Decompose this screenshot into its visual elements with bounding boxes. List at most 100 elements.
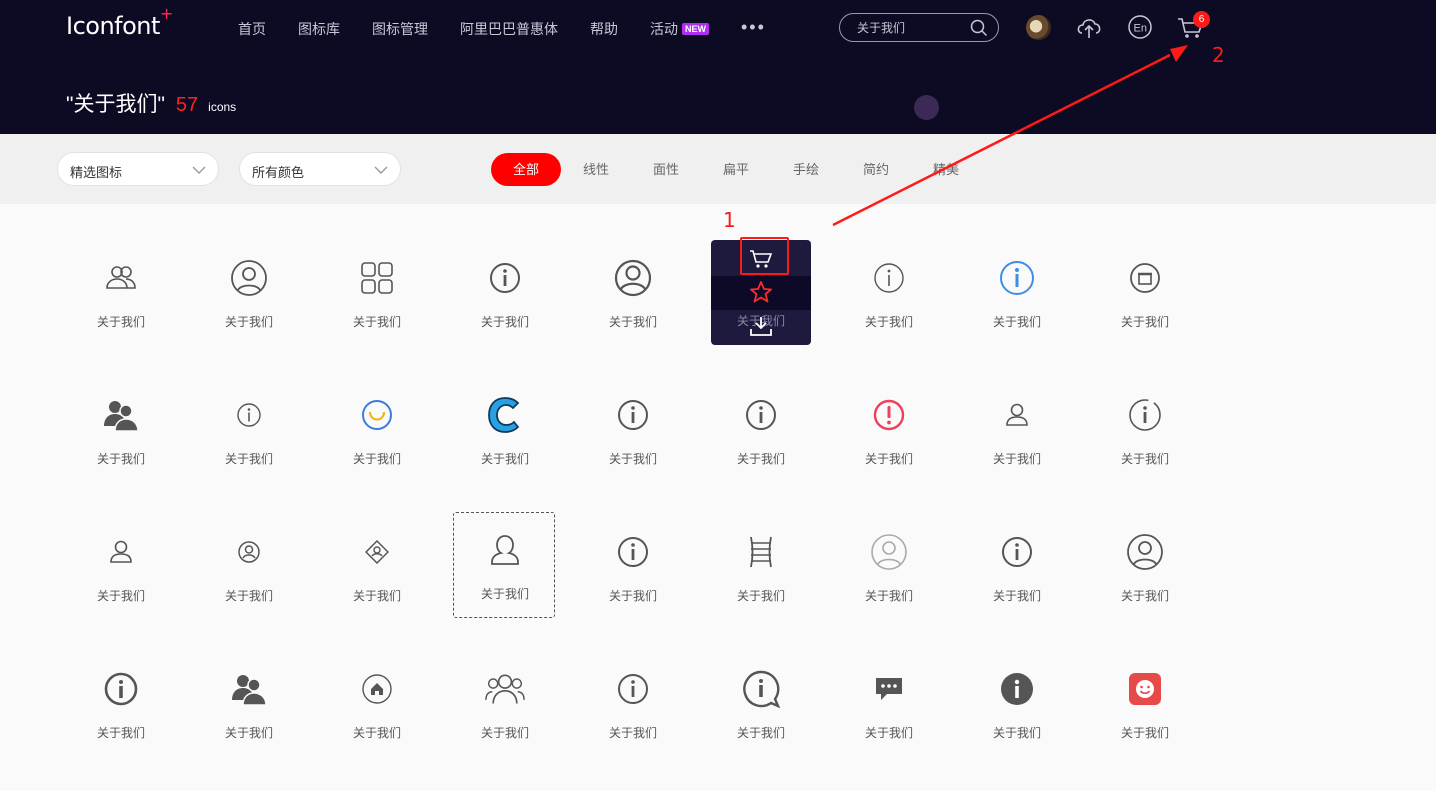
- icon-card[interactable]: 关于我们: [1094, 652, 1196, 758]
- nav-puhui-font[interactable]: 阿里巴巴普惠体: [460, 19, 558, 39]
- icon-card[interactable]: 关于我们: [966, 241, 1068, 347]
- icon-card[interactable]: 关于我们: [710, 652, 812, 758]
- tab-line[interactable]: 线性: [574, 153, 618, 186]
- download-icon[interactable]: [749, 315, 773, 342]
- icon-label: 关于我们: [736, 726, 785, 740]
- search-box: [839, 13, 999, 42]
- iconfont-logo[interactable]: Iconfont+: [66, 4, 173, 40]
- brand-c-icon: [485, 395, 525, 435]
- icon-card[interactable]: 关于我们: [326, 652, 428, 758]
- icon-label: 关于我们: [352, 315, 401, 329]
- shop-icon: [1125, 258, 1165, 298]
- icon-card[interactable]: 关于我们: [70, 241, 172, 347]
- tab-all[interactable]: 全部: [491, 153, 561, 186]
- icon-label: 关于我们: [96, 589, 145, 603]
- icon-card[interactable]: 关于我们: [838, 378, 940, 484]
- nav-home[interactable]: 首页: [238, 19, 266, 39]
- icon-card[interactable]: 关于我们: [1094, 378, 1196, 484]
- upload-cloud-icon[interactable]: [1075, 14, 1103, 45]
- search-icon[interactable]: [970, 19, 988, 40]
- icon-card[interactable]: 关于我们: [1094, 515, 1196, 621]
- icon-card[interactable]: 关于我们: [198, 241, 300, 347]
- info-icon: [485, 258, 525, 298]
- icon-label: 关于我们: [992, 452, 1041, 466]
- icon-label: 关于我们: [480, 315, 529, 329]
- icon-card[interactable]: 关于我们: [70, 515, 172, 621]
- icon-card[interactable]: 关于我们: [582, 378, 684, 484]
- new-badge: NEW: [682, 23, 709, 35]
- icon-label: 关于我们: [608, 452, 657, 466]
- icon-label: 关于我们: [736, 589, 785, 603]
- featured-select[interactable]: 精选图标: [57, 152, 219, 186]
- color-select[interactable]: 所有颜色: [239, 152, 401, 186]
- decorative-dot: [914, 95, 939, 120]
- icon-card[interactable]: 关于我们: [966, 378, 1068, 484]
- icon-card[interactable]: 关于我们: [966, 515, 1068, 621]
- icon-card[interactable]: 关于我们: [582, 652, 684, 758]
- icon-label: 关于我们: [224, 315, 273, 329]
- icon-card[interactable]: 关于我们: [966, 652, 1068, 758]
- alert-red-icon: [869, 395, 909, 435]
- chevron-down-icon: [192, 163, 206, 178]
- tab-handdrawn[interactable]: 手绘: [784, 153, 828, 186]
- icon-label: 关于我们: [992, 726, 1041, 740]
- icon-label: 关于我们: [352, 452, 401, 466]
- icon-card[interactable]: 关于我们: [326, 241, 428, 347]
- info-blue-icon: [997, 258, 1037, 298]
- icon-card[interactable]: 关于我们: [326, 378, 428, 484]
- icon-label: 关于我们: [1120, 589, 1169, 603]
- user-circle-icon: [1125, 532, 1165, 572]
- icon-card[interactable]: 关于我们: [838, 652, 940, 758]
- icon-card[interactable]: 关于我们: [326, 515, 428, 621]
- info-thin-icon: [869, 258, 909, 298]
- icon-card[interactable]: 关于我们: [1094, 241, 1196, 347]
- icon-label: 关于我们: [864, 315, 913, 329]
- icon-card[interactable]: 关于我们: [198, 378, 300, 484]
- icon-card[interactable]: 关于我们: [582, 241, 684, 347]
- icon-card[interactable]: 关于我们: [710, 515, 812, 621]
- info-icon: [613, 669, 653, 709]
- nav-icon-library[interactable]: 图标库: [298, 19, 340, 39]
- info-icon: [613, 395, 653, 435]
- icon-card[interactable]: 关于我们: [710, 378, 812, 484]
- language-en-icon[interactable]: En: [1127, 14, 1153, 45]
- nav-help[interactable]: 帮助: [590, 19, 618, 39]
- info-small-icon: [229, 395, 269, 435]
- icon-card[interactable]: 关于我们: [70, 652, 172, 758]
- icon-card[interactable]: 关于我们: [454, 241, 556, 347]
- icon-card[interactable]: 关于我们: [582, 515, 684, 621]
- icon-card[interactable]: 关于我们: [198, 515, 300, 621]
- icon-label: 关于我们: [608, 589, 657, 603]
- tab-simple[interactable]: 简约: [854, 153, 898, 186]
- nav-activity[interactable]: 活动 NEW: [650, 19, 709, 39]
- tab-fill[interactable]: 面性: [644, 153, 688, 186]
- result-count: 57: [175, 94, 199, 116]
- tab-flat[interactable]: 扁平: [714, 153, 758, 186]
- nav-more[interactable]: •••: [741, 16, 766, 39]
- nav-label: 阿里巴巴普惠体: [460, 21, 558, 37]
- logo-text: Iconfont: [66, 12, 160, 40]
- icon-card[interactable]: 关于我们: [454, 652, 556, 758]
- search-input[interactable]: [857, 20, 967, 34]
- favorite-star-icon[interactable]: [749, 280, 773, 309]
- group-icon: [485, 669, 525, 709]
- tab-exquisite[interactable]: 精美: [924, 153, 968, 186]
- icon-card[interactable]: 关于我们: [838, 241, 940, 347]
- icon-label: 关于我们: [224, 452, 273, 466]
- icon-card[interactable]: 关于我们: [70, 378, 172, 484]
- more-dots-icon: •••: [741, 16, 766, 37]
- icon-card[interactable]: 关于我们: [838, 515, 940, 621]
- nav-icon-management[interactable]: 图标管理: [372, 19, 428, 39]
- icon-label: 关于我们: [96, 726, 145, 740]
- icon-card[interactable]: 关于我们: [198, 652, 300, 758]
- users-solid-icon: [229, 669, 269, 709]
- select-value: 精选图标: [70, 165, 123, 180]
- users-icon: [101, 258, 141, 298]
- avatar[interactable]: [1026, 15, 1051, 40]
- icon-label: 关于我们: [224, 726, 273, 740]
- icon-label: 关于我们: [1120, 726, 1169, 740]
- user-diamond-icon: [357, 532, 397, 572]
- icon-card[interactable]: 关于我们: [453, 512, 555, 618]
- user-bust-icon: [485, 530, 525, 570]
- icon-card[interactable]: 关于我们: [454, 378, 556, 484]
